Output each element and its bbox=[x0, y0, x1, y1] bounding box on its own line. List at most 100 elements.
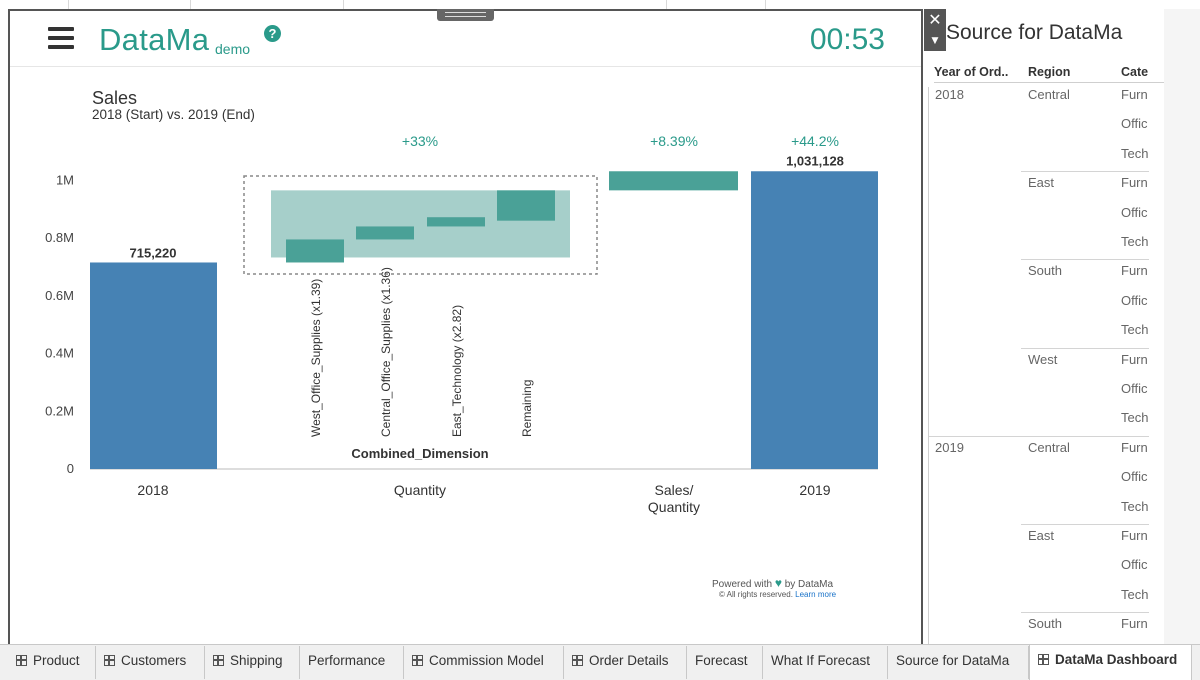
column-header-year[interactable]: Year of Ord.. bbox=[934, 65, 1008, 79]
sales-per-quantity-bar bbox=[609, 171, 738, 191]
category-cell: Tech bbox=[1121, 234, 1149, 249]
tab-label: Source for DataMa bbox=[896, 653, 1010, 668]
heart-icon: ♥ bbox=[774, 576, 782, 590]
category-cell: Furn bbox=[1121, 528, 1148, 543]
quantity-step-bar bbox=[286, 239, 344, 263]
region-cell: South bbox=[1028, 616, 1062, 632]
category-cell: Furn bbox=[1121, 616, 1148, 632]
quantity-step-label: Central_Office_Supplies (x1.36) bbox=[379, 267, 393, 437]
tab-source-for-datama[interactable]: Source for DataMa bbox=[888, 646, 1029, 679]
sheet-left-border bbox=[928, 87, 929, 644]
quantity-step-bar bbox=[356, 226, 414, 240]
category-cell: Offic bbox=[1121, 381, 1148, 396]
tab-datama-dashboard[interactable]: DataMa Dashboard bbox=[1029, 645, 1192, 680]
tab-product[interactable]: Product bbox=[8, 646, 96, 679]
grid-icon bbox=[213, 655, 224, 666]
close-icon[interactable]: ✕ bbox=[924, 9, 946, 31]
quantity-step-label: East_Technology (x2.82) bbox=[450, 305, 464, 437]
category-cell: Offic bbox=[1121, 292, 1148, 308]
grid-icon bbox=[104, 655, 115, 666]
bar-2018 bbox=[90, 262, 217, 469]
region-cell: Central bbox=[1028, 439, 1070, 455]
tab-label: Commission Model bbox=[429, 653, 544, 668]
waterfall-chart: 0 0.2M 0.4M 0.6M 0.8M 1M 715,220 2018 1,031,128 +… bbox=[45, 133, 878, 515]
grid-icon bbox=[1038, 654, 1049, 665]
tab-commission-model[interactable]: Commission Model bbox=[404, 646, 564, 679]
year-cell: 2018 bbox=[935, 87, 964, 102]
tab-label: Product bbox=[33, 653, 80, 668]
category-cell: Tech bbox=[1121, 586, 1149, 602]
category-cell: Offic bbox=[1121, 204, 1148, 220]
region-divider bbox=[1021, 259, 1149, 261]
category-cell: Furn bbox=[1121, 175, 1148, 191]
y-tick-label: 0.6M bbox=[45, 288, 74, 303]
category-cell: Furn bbox=[1121, 351, 1148, 367]
tab-label: Customers bbox=[121, 653, 187, 668]
category-cell: Tech bbox=[1121, 145, 1149, 161]
region-divider bbox=[1021, 171, 1149, 173]
rights-text: © All rights reserved. bbox=[719, 590, 793, 599]
tab-label: Performance bbox=[308, 653, 386, 668]
powered-by: Powered with ♥ by DataMa bbox=[712, 576, 833, 590]
tab-label: DataMa Dashboard bbox=[1055, 652, 1178, 667]
y-tick-label: 0.4M bbox=[45, 346, 74, 361]
quantity-step-bar bbox=[497, 190, 555, 221]
tab-label: Shipping bbox=[230, 653, 283, 668]
category-cell: Furn bbox=[1121, 263, 1148, 279]
source-sheet-title: Source for DataMa bbox=[946, 21, 1123, 44]
category-cell: Furn bbox=[1121, 87, 1148, 102]
pct-label-2019: +44.2% bbox=[791, 133, 839, 149]
pct-label-sales-per-quantity: +8.39% bbox=[650, 133, 698, 149]
region-cell: Central bbox=[1028, 87, 1070, 102]
data-label-2019: 1,031,128 bbox=[786, 153, 844, 168]
category-cell: Offic bbox=[1121, 116, 1148, 132]
sheet-background-edge bbox=[1162, 9, 1200, 644]
tab-label: What If Forecast bbox=[771, 653, 871, 668]
quantity-axis-title: Combined_Dimension bbox=[351, 446, 488, 461]
category-cell: Tech bbox=[1121, 410, 1149, 426]
grid-icon bbox=[572, 655, 583, 666]
column-header-region[interactable]: Region bbox=[1028, 65, 1070, 79]
source-sheet: Source for DataMa Year of Ord.. Region C… bbox=[924, 9, 1164, 644]
source-sheet-header-row: Year of Ord.. Region Cate bbox=[934, 61, 1164, 83]
category-cell: Offic bbox=[1121, 469, 1148, 485]
rights-notice: © All rights reserved. Learn more bbox=[719, 590, 836, 599]
dropdown-arrow-icon[interactable]: ▼ bbox=[924, 31, 946, 51]
category-cell: Offic bbox=[1121, 557, 1148, 573]
year-cell: 2019 bbox=[935, 439, 964, 455]
pct-label-quantity: +33% bbox=[402, 133, 438, 149]
learn-more-link[interactable]: Learn more bbox=[795, 590, 836, 599]
sheet-tab-bar: Product Customers Shipping Performance Commi… bbox=[0, 644, 1200, 680]
tab-what-if-forecast[interactable]: What If Forecast bbox=[763, 646, 888, 679]
region-divider bbox=[1021, 524, 1149, 525]
y-tick-label: 0 bbox=[67, 461, 74, 476]
x-label-sales-per-quantity-2: Quantity bbox=[648, 499, 700, 515]
region-divider bbox=[1021, 347, 1149, 349]
tab-shipping[interactable]: Shipping bbox=[205, 646, 300, 679]
region-cell: East bbox=[1028, 175, 1055, 191]
quantity-step-label: Remaining bbox=[520, 380, 534, 437]
region-cell: South bbox=[1028, 263, 1062, 279]
grid-icon bbox=[412, 655, 423, 666]
tab-customers[interactable]: Customers bbox=[96, 646, 205, 679]
year-divider bbox=[929, 435, 1149, 437]
bar-2019 bbox=[751, 171, 878, 470]
powered-by-suffix: by DataMa bbox=[784, 579, 834, 590]
region-cell: West bbox=[1028, 351, 1058, 367]
category-cell: Tech bbox=[1121, 322, 1149, 338]
tab-label: Forecast bbox=[695, 653, 748, 668]
x-label-sales-per-quantity-1: Sales/ bbox=[655, 482, 694, 498]
tab-forecast[interactable]: Forecast bbox=[687, 646, 763, 679]
y-tick-label: 0.8M bbox=[45, 230, 74, 245]
x-label-quantity: Quantity bbox=[394, 482, 446, 498]
grid-icon bbox=[16, 655, 27, 666]
y-tick-label: 0.2M bbox=[45, 403, 74, 418]
category-cell: Tech bbox=[1121, 498, 1149, 514]
tab-performance[interactable]: Performance bbox=[300, 646, 404, 679]
category-cell: Furn bbox=[1121, 439, 1148, 455]
quantity-step-label: West_Office_Supplies (x1.39) bbox=[309, 279, 323, 437]
data-label-2018: 715,220 bbox=[130, 245, 177, 260]
tab-order-details[interactable]: Order Details bbox=[564, 646, 687, 679]
column-header-category[interactable]: Cate bbox=[1121, 65, 1148, 79]
powered-by-prefix: Powered with bbox=[712, 579, 773, 590]
